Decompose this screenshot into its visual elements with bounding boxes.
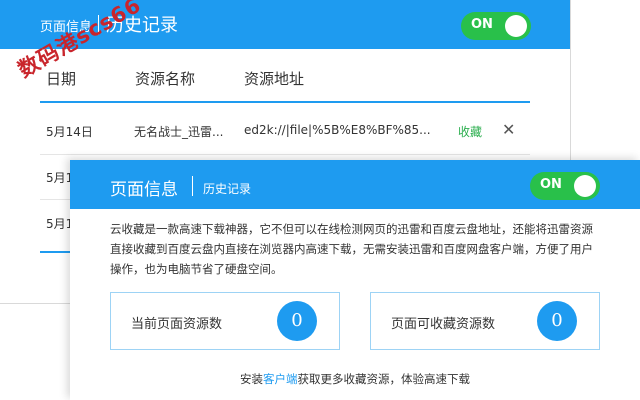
row-divider	[40, 154, 530, 155]
column-header-address: 资源地址	[244, 70, 305, 88]
client-download-link[interactable]: 客户端	[263, 372, 298, 386]
column-header-date: 日期	[46, 70, 77, 88]
scroll-indicator	[40, 251, 70, 253]
tab-page-info[interactable]: 页面信息	[110, 175, 178, 200]
on-off-toggle-back[interactable]: ON	[461, 12, 531, 40]
toggle-label: ON	[540, 177, 562, 192]
footer-prefix: 安装	[240, 372, 263, 386]
favorite-link[interactable]: 收藏	[458, 123, 482, 140]
toggle-label: ON	[471, 17, 493, 32]
tab-history[interactable]: 历史记录	[203, 180, 251, 197]
description-text: 云收藏是一款高速下载神器，它不但可以在线检测网页的迅雷和百度云盘地址，还能将迅雷…	[110, 222, 593, 276]
row-resource-address[interactable]: ed2k://|file|%5B%E8%BF%85...	[244, 123, 431, 137]
stat-count-badge: 0	[537, 301, 577, 341]
footer-note: 安装客户端获取更多收藏资源，体验高速下载	[70, 371, 640, 387]
stat-label: 当前页面资源数	[131, 317, 223, 332]
row-resource-name[interactable]: 无名战士_迅雷...	[134, 123, 223, 140]
current-page-resources-box: 当前页面资源数 0	[110, 292, 340, 350]
footer-suffix: 获取更多收藏资源，体验高速下载	[297, 372, 471, 386]
column-header-name: 资源名称	[135, 70, 196, 88]
front-header: 页面信息 历史记录 ON	[70, 160, 640, 209]
close-icon[interactable]: ✕	[502, 120, 515, 139]
collectable-resources-box: 页面可收藏资源数 0	[370, 292, 600, 350]
header-underline	[40, 101, 530, 103]
stat-count-badge: 0	[277, 301, 317, 341]
page-info-panel: 页面信息 历史记录 ON 云收藏是一款高速下载神器，它不但可以在线检测网页的迅雷…	[70, 160, 640, 400]
tab-separator	[192, 176, 193, 196]
row-date: 5月14日	[46, 125, 93, 139]
stat-label: 页面可收藏资源数	[391, 317, 496, 332]
toggle-knob	[574, 175, 596, 197]
toggle-knob	[505, 15, 527, 37]
on-off-toggle[interactable]: ON	[530, 172, 600, 200]
